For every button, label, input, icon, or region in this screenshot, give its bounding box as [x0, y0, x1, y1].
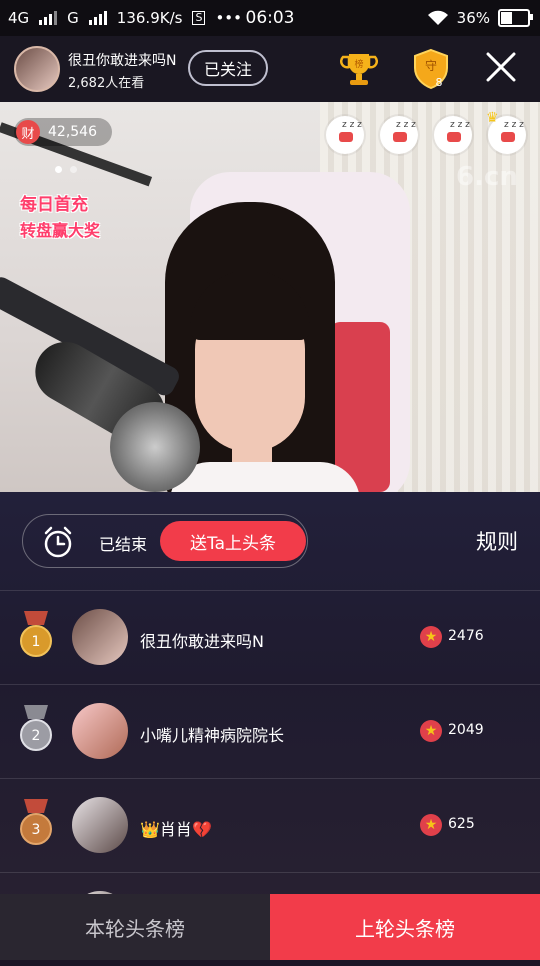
top-viewer-avatar[interactable]: z z z	[380, 116, 418, 154]
network-indicator-4g: 4G	[8, 9, 30, 27]
live-room-header: 很丑你敢进来吗N 2,682人在看 已关注 榜 守 8	[0, 36, 540, 102]
ended-status: 已结束	[99, 535, 148, 554]
signal-icon	[39, 11, 58, 25]
live-video[interactable]: 财 42,546 每日首充 转盘赢大奖 6.cn z z z z z z z z…	[0, 102, 540, 492]
wifi-icon	[427, 10, 448, 25]
ranking-row[interactable]: 3 👑肖肖💔 ★ 625	[0, 778, 540, 872]
streamer-name: 很丑你敢进来吗N	[68, 53, 177, 69]
promo-banner[interactable]: 每日首充 转盘赢大奖	[20, 190, 110, 240]
broken-heart-emoji: 💔	[191, 820, 212, 839]
gold-medal-icon: 1	[20, 611, 52, 657]
viewer-count: 2,682人在看	[68, 76, 145, 91]
user-score: 2476	[448, 628, 484, 644]
carousel-dots	[55, 166, 77, 173]
ranking-row[interactable]: 2 小嘴儿精神病院院长 ★ 2049	[0, 684, 540, 778]
streamer-info[interactable]: 很丑你敢进来吗N 2,682人在看	[68, 50, 176, 91]
alarm-clock-icon	[44, 526, 72, 558]
user-score: 625	[448, 816, 475, 832]
net-speed: 136.9K/s	[116, 9, 183, 27]
headline-timer: 已结束 送Ta上头条	[22, 514, 308, 568]
svg-text:8: 8	[436, 76, 443, 89]
rules-link[interactable]: 规则	[476, 526, 518, 556]
crown-icon: ♛	[486, 110, 499, 126]
svg-text:榜: 榜	[354, 58, 363, 70]
svg-text:1: 1	[32, 634, 41, 650]
top-viewer-avatar[interactable]: z z z	[434, 116, 472, 154]
more-indicator: •••	[215, 9, 242, 27]
battery-icon	[498, 9, 533, 27]
tab-previous-round[interactable]: 上轮头条榜	[270, 894, 540, 960]
user-name: 👑肖肖💔	[140, 820, 212, 839]
leaderboard-trophy-icon[interactable]: 榜	[340, 50, 378, 88]
svg-text:3: 3	[32, 822, 41, 838]
wealth-icon: 财	[16, 120, 40, 144]
signal-icon-2	[88, 11, 107, 25]
tab-current-round[interactable]: 本轮头条榜	[0, 894, 270, 960]
user-avatar[interactable]	[72, 609, 128, 665]
status-bar: 4G G 136.9K/s S ••• 06:03 36%	[0, 0, 540, 36]
close-icon[interactable]	[484, 50, 518, 84]
microphone-head	[110, 402, 200, 492]
ranking-tabs: 本轮头条榜 上轮头条榜	[0, 894, 540, 960]
promo-line1: 每日首充	[20, 195, 88, 215]
send-headline-button[interactable]: 送Ta上头条	[160, 521, 306, 561]
site-watermark: 6.cn	[456, 162, 518, 192]
svg-text:守: 守	[425, 59, 437, 73]
star-icon: ★	[420, 720, 442, 742]
top-viewer-avatar[interactable]: ♛ z z z	[486, 110, 526, 154]
battery-percent: 36%	[456, 9, 490, 27]
network-indicator-g: G	[67, 9, 79, 27]
user-name: 小嘴儿精神病院院长	[140, 726, 285, 745]
s-badge-icon: S	[192, 11, 206, 25]
star-icon: ★	[420, 626, 442, 648]
headline-panel: 已结束 送Ta上头条 规则 1 很丑你敢进来吗N ★ 2476 2 小嘴儿精神病…	[0, 492, 540, 960]
user-avatar[interactable]	[72, 797, 128, 853]
bronze-medal-icon: 3	[20, 799, 52, 845]
follow-button[interactable]: 已关注	[188, 50, 268, 86]
silver-medal-icon: 2	[20, 705, 52, 751]
top-viewer-avatar[interactable]: z z z	[326, 116, 364, 154]
user-name: 很丑你敢进来吗N	[140, 632, 264, 651]
guard-shield-icon[interactable]: 守 8	[410, 48, 452, 90]
promo-line2: 转盘赢大奖	[20, 221, 101, 240]
user-avatar[interactable]	[72, 703, 128, 759]
streamer-shirt	[170, 462, 360, 492]
svg-text:2: 2	[32, 728, 41, 744]
ranking-row[interactable]: 1 很丑你敢进来吗N ★ 2476	[0, 590, 540, 684]
clock-time: 06:03	[245, 8, 295, 28]
star-icon: ★	[420, 814, 442, 836]
wealth-badge[interactable]: 财 42,546	[14, 118, 112, 146]
user-score: 2049	[448, 722, 484, 738]
streamer-avatar[interactable]	[14, 46, 60, 92]
wealth-value: 42,546	[48, 124, 97, 140]
crown-emoji: 👑	[140, 820, 160, 839]
